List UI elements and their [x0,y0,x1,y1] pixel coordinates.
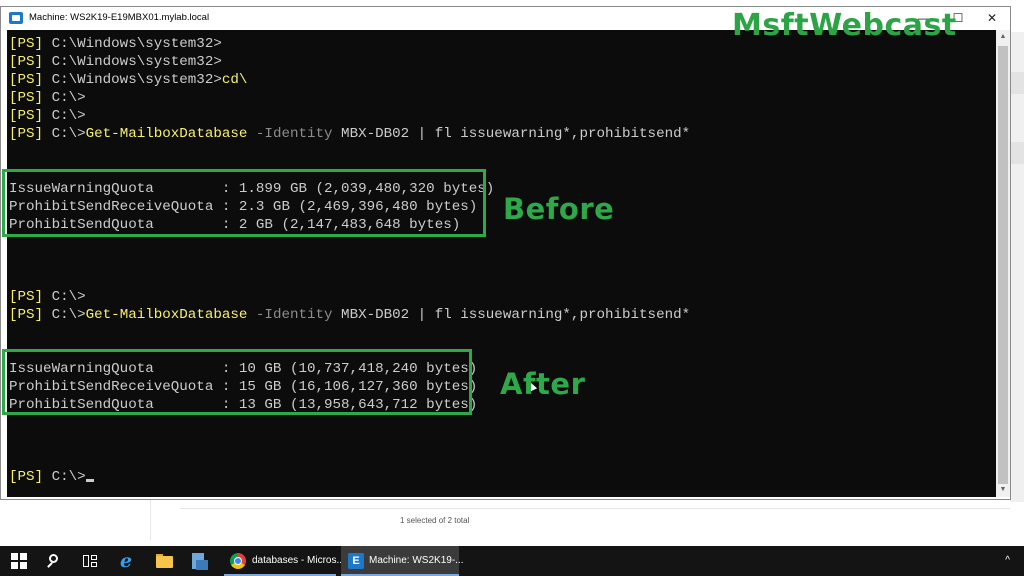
powershell-window: Machine: WS2K19-E19MBX01.mylab.local — ☐… [0,6,1011,500]
console-line-command: [PS] C:\>Get-MailboxDatabase -Identity M… [9,307,691,323]
console-line: [PS] C:\Windows\system32> [9,54,222,70]
show-hidden-icons-chevron-icon[interactable]: ^ [1005,555,1010,566]
chrome-icon [230,553,246,569]
search-icon[interactable] [47,553,63,569]
close-button[interactable]: ✕ [975,7,1009,30]
scroll-down-arrow-icon[interactable]: ▼ [996,483,1010,497]
taskbar-console-button[interactable]: E Machine: WS2K19-... [341,546,463,576]
before-label: Before [503,192,615,226]
windows-taskbar: e databases - Micros... E Machine: WS2K1… [0,546,1024,576]
file-explorer-icon[interactable] [156,553,173,569]
start-windows-icon[interactable] [11,553,27,569]
console-line-command: [PS] C:\>Get-MailboxDatabase -Identity M… [9,126,691,142]
task-view-icon[interactable] [82,553,98,569]
console-output[interactable]: [PS] C:\Windows\system32> [PS] C:\Window… [7,30,996,497]
console-line: [PS] C:\> [9,108,86,124]
exchange-shell-icon: E [348,553,364,569]
console-line: [PS] C:\Windows\system32> [9,36,222,52]
explorer-status-text: 1 selected of 2 total [400,516,470,525]
window-title: Machine: WS2K19-E19MBX01.mylab.local [29,12,210,23]
console-line: [PS] C:\> [9,90,86,106]
console-line: [PS] C:\Windows\system32>cd\ [9,72,248,88]
console-line: [PS] C:\> [9,289,86,305]
watermark-logo: MsftWebcast [732,8,957,43]
server-manager-icon[interactable] [191,553,208,570]
console-line-current: [PS] C:\> [9,468,94,486]
scroll-up-arrow-icon[interactable]: ▲ [996,30,1010,44]
taskbar-chrome-button[interactable]: databases - Micros... [224,546,345,576]
console-scrollbar[interactable]: ▲ ▼ [996,30,1010,497]
scrollbar-thumb[interactable] [998,46,1008,484]
after-highlight-box [2,349,472,415]
before-highlight-box [2,169,486,237]
after-label: After [500,367,586,401]
exchange-app-icon [9,12,23,24]
text-cursor [85,479,94,482]
explorer-scroll-strip [1010,32,1024,502]
internet-explorer-icon[interactable]: e [120,552,136,571]
